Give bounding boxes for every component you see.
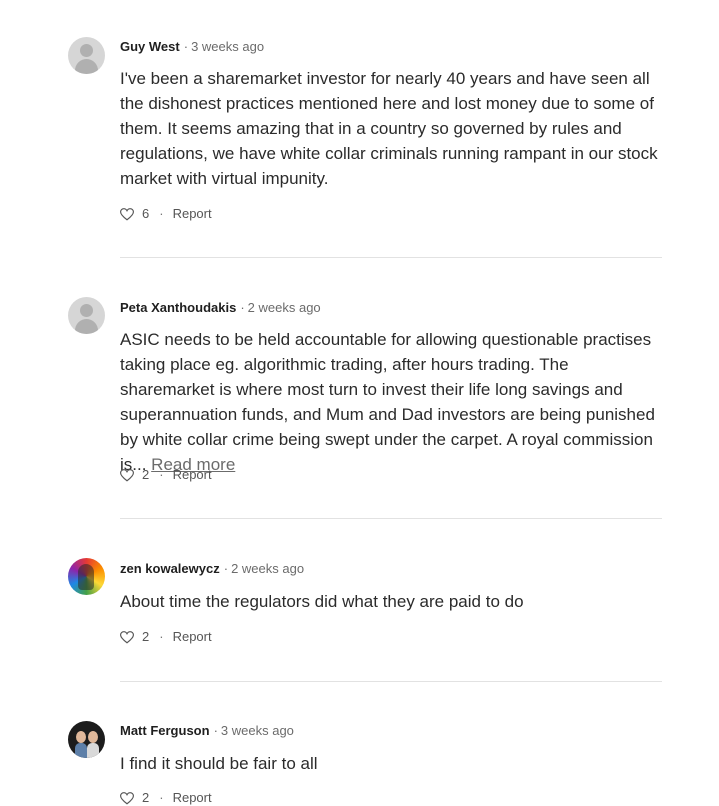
like-count: 6 (142, 206, 150, 221)
heart-icon[interactable] (120, 630, 134, 644)
meta-separator: · (213, 723, 218, 738)
comment-body: About time the regulators did what they … (120, 592, 524, 611)
comment-actions: 6 · Report (120, 206, 212, 222)
heart-icon[interactable] (120, 468, 134, 482)
like-count: 2 (142, 467, 150, 482)
report-link[interactable]: Report (173, 467, 212, 483)
author-name[interactable]: Guy West (120, 39, 180, 54)
photo-avatar-icon[interactable] (68, 721, 105, 758)
report-link[interactable]: Report (173, 629, 212, 645)
meta-separator: · (183, 39, 189, 54)
comment-body: ASIC needs to be held accountable for al… (120, 327, 665, 477)
default-avatar-icon[interactable] (68, 37, 105, 74)
comment-time: 3 weeks ago (191, 39, 265, 54)
report-link[interactable]: Report (173, 206, 212, 222)
heart-icon[interactable] (120, 207, 134, 221)
rainbow-avatar-icon[interactable] (68, 558, 105, 595)
comment-actions: 2 · Report (120, 790, 212, 806)
like-count: 2 (142, 629, 150, 644)
comment-meta: Matt Ferguson · 3 weeks ago (120, 723, 294, 739)
comment-body-text: ASIC needs to be held accountable for al… (120, 330, 655, 474)
action-separator: · (159, 467, 164, 482)
comment-meta: Peta Xanthoudakis · 2 weeks ago (120, 300, 321, 316)
meta-separator: · (240, 300, 245, 315)
comment-meta: zen kowalewycz · 2 weeks ago (120, 561, 304, 577)
report-link[interactable]: Report (173, 790, 212, 806)
comment-meta: Guy West · 3 weeks ago (120, 39, 264, 55)
meta-separator: · (223, 561, 229, 576)
action-separator: · (159, 206, 164, 221)
comment-actions: 2 · Report (120, 629, 212, 645)
comment-body: I find it should be fair to all (120, 754, 318, 773)
heart-icon[interactable] (120, 791, 134, 805)
divider (120, 681, 662, 682)
divider (120, 518, 662, 519)
author-name[interactable]: Matt Ferguson (120, 723, 210, 738)
comment-body: I've been a sharemarket investor for nea… (120, 69, 658, 188)
comment-actions: 2 · Report (120, 467, 212, 483)
default-avatar-icon[interactable] (68, 297, 105, 334)
like-count: 2 (142, 790, 150, 805)
comment-time: 2 weeks ago (247, 300, 321, 315)
author-name[interactable]: zen kowalewycz (120, 561, 220, 576)
action-separator: · (159, 790, 164, 805)
comment-time: 2 weeks ago (231, 561, 305, 576)
divider (120, 257, 662, 258)
action-separator: · (159, 629, 164, 644)
author-name[interactable]: Peta Xanthoudakis (120, 300, 236, 315)
comment-time: 3 weeks ago (220, 723, 294, 738)
